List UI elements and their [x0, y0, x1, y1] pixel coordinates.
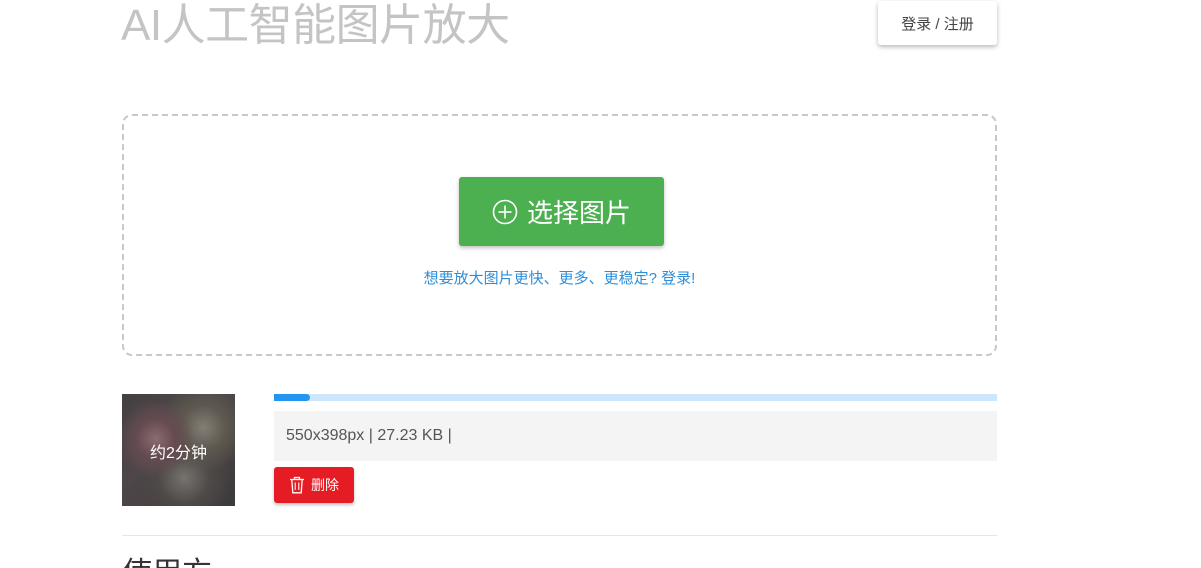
upload-progress-fill: [274, 394, 311, 401]
choose-image-button[interactable]: 选择图片: [459, 177, 664, 246]
delete-label: 删除: [311, 477, 339, 493]
section-heading: 使用方: [122, 556, 212, 568]
trash-icon: [290, 476, 304, 494]
login-register-button[interactable]: 登录 / 注册: [878, 1, 997, 45]
login-hint-link[interactable]: 想要放大图片更快、更多、更稳定? 登录!: [124, 267, 995, 288]
add-circle-icon: [492, 199, 518, 224]
section-divider: [122, 535, 997, 536]
delete-button[interactable]: 删除: [274, 467, 354, 503]
image-thumbnail: 约2分钟: [122, 394, 235, 506]
file-info: 550x398px | 27.23 KB |: [274, 411, 997, 461]
upload-progress-bar: [274, 394, 997, 401]
upload-dropzone[interactable]: 选择图片 想要放大图片更快、更多、更稳定? 登录!: [122, 114, 997, 356]
eta-label: 约2分钟: [150, 445, 207, 462]
page: AI人工智能图片放大 登录 / 注册 选择图片 想要放大图片更快、更多、更稳定?…: [0, 0, 1201, 568]
choose-image-label: 选择图片: [526, 198, 631, 228]
page-title: AI人工智能图片放大: [121, 1, 510, 50]
login-register-label: 登录 / 注册: [901, 15, 974, 33]
